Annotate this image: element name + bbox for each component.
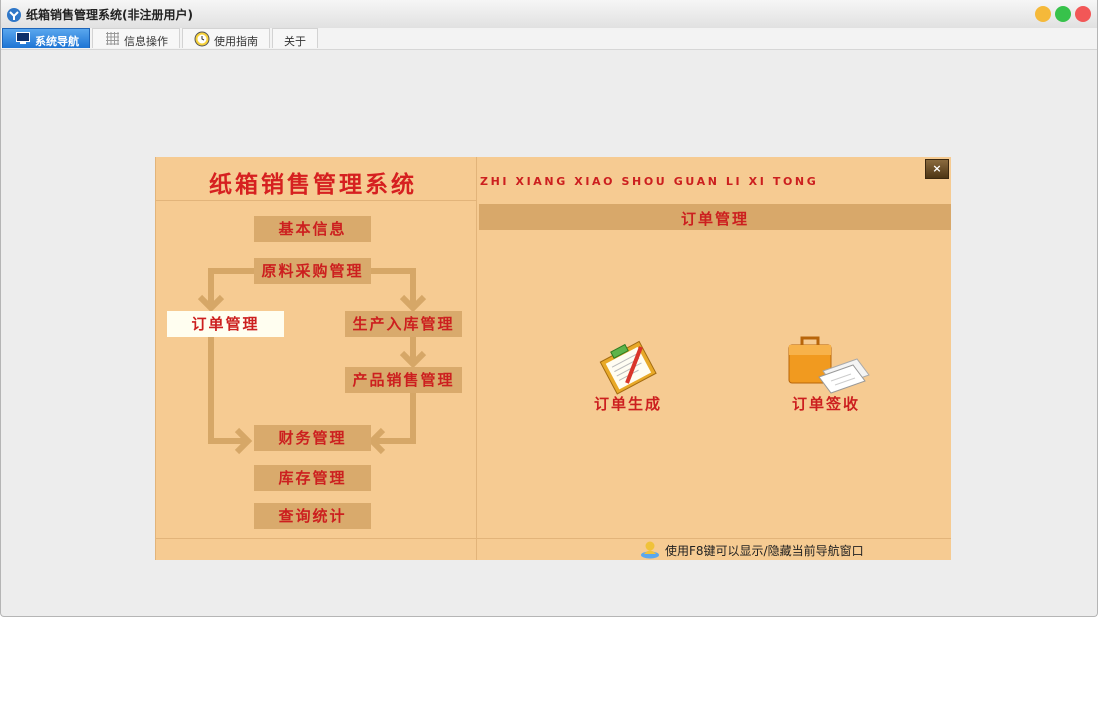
- f8-hint-text: 使用F8键可以显示/隐藏当前导航窗口: [665, 544, 864, 558]
- tab-label: 系统导航: [35, 35, 79, 48]
- pinyin-title: ZHI XIANG XIAO SHOU GUAN LI XI TONG: [480, 175, 819, 188]
- minimize-button[interactable]: [1035, 6, 1051, 22]
- finance-button[interactable]: 财务管理: [254, 425, 371, 451]
- monitor-icon: [16, 32, 30, 44]
- tab-bar: 系统导航 信息操作 使用指南 关于: [1, 28, 1097, 50]
- sales-button[interactable]: 产品销售管理: [345, 367, 462, 393]
- purchase-button[interactable]: 原料采购管理: [254, 258, 371, 284]
- order-generate-button[interactable]: [591, 339, 669, 399]
- window-title: 纸箱销售管理系统(非注册用户): [26, 8, 193, 22]
- clock-icon: [194, 31, 210, 47]
- order-generate-label[interactable]: 订单生成: [594, 393, 662, 414]
- app-logo-icon: [7, 8, 21, 22]
- navigation-panel: 纸箱销售管理系统 ZHI XIANG XIAO SHOU GUAN LI XI …: [155, 157, 951, 560]
- tab-system-nav[interactable]: 系统导航: [2, 28, 90, 48]
- tab-user-guide[interactable]: 使用指南: [182, 28, 270, 48]
- tab-label: 使用指南: [214, 35, 258, 48]
- user-hint-icon: [641, 541, 659, 559]
- order-sign-button[interactable]: [785, 331, 871, 395]
- divider: [155, 538, 951, 539]
- section-title: 订单管理: [680, 210, 749, 228]
- divider: [476, 157, 477, 560]
- tab-info-ops[interactable]: 信息操作: [92, 28, 180, 48]
- order-sign-label[interactable]: 订单签收: [792, 393, 860, 414]
- close-window-button[interactable]: [1075, 6, 1091, 22]
- clipboard-pencil-icon: [599, 340, 657, 395]
- basic-info-button[interactable]: 基本信息: [254, 216, 371, 242]
- tab-label: 关于: [284, 35, 306, 48]
- grid-icon: [106, 32, 119, 45]
- tab-about[interactable]: 关于: [272, 28, 318, 48]
- order-management-button[interactable]: 订单管理: [167, 311, 284, 337]
- inventory-button[interactable]: 库存管理: [254, 465, 371, 491]
- close-nav-button[interactable]: ×: [925, 159, 949, 179]
- title-bar: 纸箱销售管理系统(非注册用户): [1, 0, 1097, 28]
- tab-label: 信息操作: [124, 35, 168, 48]
- section-header: 订单管理: [479, 204, 951, 230]
- maximize-button[interactable]: [1055, 6, 1071, 22]
- production-button[interactable]: 生产入库管理: [345, 311, 462, 337]
- briefcase-documents-icon: [788, 336, 870, 394]
- query-stats-button[interactable]: 查询统计: [254, 503, 371, 529]
